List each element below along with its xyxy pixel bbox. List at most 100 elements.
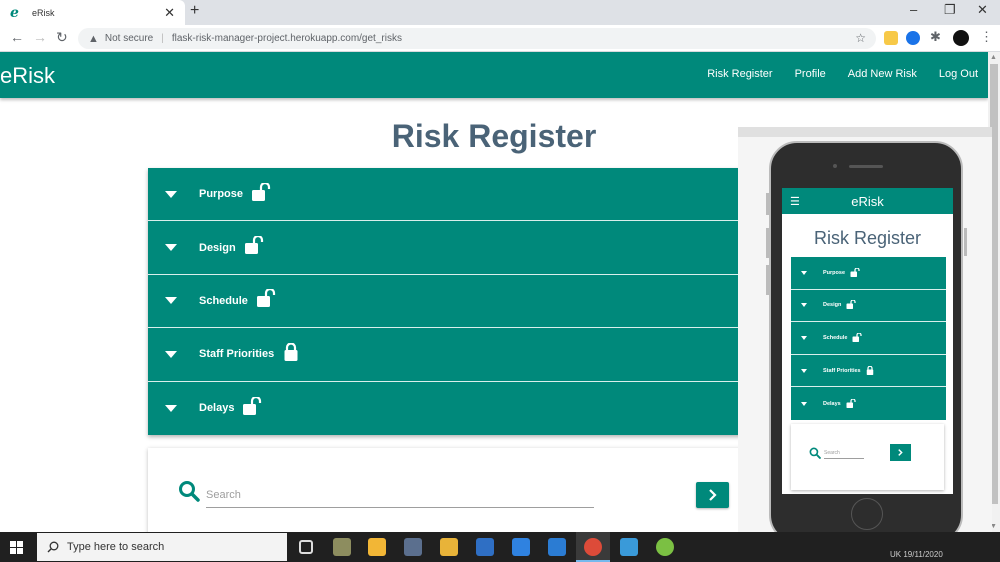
chevron-right-icon bbox=[708, 489, 717, 501]
url-text[interactable]: flask-risk-manager-project.herokuapp.com… bbox=[172, 33, 402, 44]
mobile-risk-item[interactable]: Staff Priorities bbox=[791, 355, 946, 388]
lock-open-icon bbox=[846, 296, 857, 314]
taskbar-search-placeholder[interactable]: Type here to search bbox=[67, 541, 164, 553]
app-icon[interactable] bbox=[440, 538, 458, 556]
caret-down-icon bbox=[801, 270, 807, 275]
new-tab-button[interactable]: + bbox=[190, 2, 199, 20]
caret-down-icon bbox=[801, 303, 807, 308]
brand-logo[interactable]: eRisk bbox=[0, 63, 55, 89]
browser-tabbar: e eRisk ✕ + – ❐ ✕ bbox=[0, 0, 1000, 25]
mobile-preview-panel: ☰ eRisk Risk Register Purpose Design Sch… bbox=[738, 127, 992, 552]
task-view-icon[interactable] bbox=[299, 540, 313, 554]
app-icon[interactable] bbox=[333, 538, 351, 556]
phone-side-button bbox=[766, 265, 769, 295]
app-navbar: eRisk Risk Register Profile Add New Risk… bbox=[0, 52, 988, 98]
close-tab-icon[interactable]: ✕ bbox=[164, 5, 175, 21]
page-title: Risk Register bbox=[391, 118, 597, 154]
preview-ruler bbox=[738, 127, 992, 137]
caret-down-icon bbox=[165, 190, 177, 198]
warning-icon[interactable]: ▲ bbox=[88, 33, 99, 45]
chevron-right-icon bbox=[898, 449, 903, 456]
nav-risk-register[interactable]: Risk Register bbox=[707, 68, 772, 80]
lock-open-icon bbox=[852, 329, 863, 347]
caret-down-icon bbox=[165, 404, 177, 412]
mobile-risk-item[interactable]: Design bbox=[791, 290, 946, 323]
app-icon[interactable] bbox=[476, 538, 494, 556]
bookmark-star-icon[interactable]: ☆ bbox=[855, 31, 866, 45]
restore-icon[interactable]: ❐ bbox=[944, 2, 956, 18]
risk-item-schedule[interactable]: Schedule bbox=[148, 275, 748, 329]
browser-tab[interactable]: e eRisk ✕ bbox=[0, 0, 185, 25]
risk-item-delays[interactable]: Delays bbox=[148, 382, 748, 435]
nav-links: Risk Register Profile Add New Risk Log O… bbox=[707, 68, 978, 80]
risk-item-design[interactable]: Design bbox=[148, 221, 748, 275]
mobile-risk-label: Design bbox=[823, 302, 842, 309]
window-close-icon[interactable]: ✕ bbox=[977, 2, 988, 18]
menu-dots-icon[interactable]: ⋮ bbox=[980, 29, 993, 45]
chrome-icon[interactable] bbox=[584, 538, 602, 556]
profile-avatar[interactable] bbox=[953, 30, 969, 46]
caret-down-icon bbox=[801, 335, 807, 340]
caret-down-icon bbox=[165, 297, 177, 305]
lock-open-icon bbox=[252, 181, 272, 206]
nav-log-out[interactable]: Log Out bbox=[939, 68, 978, 80]
erisk-favicon-icon: e bbox=[10, 4, 19, 21]
taskbar-search-box[interactable]: Type here to search bbox=[37, 533, 287, 561]
reload-icon[interactable]: ↻ bbox=[56, 29, 68, 46]
caret-down-icon bbox=[801, 368, 807, 373]
omnibox-divider: | bbox=[161, 33, 164, 44]
mobile-search-input[interactable]: Search bbox=[824, 450, 864, 459]
risk-item-staff-priorities[interactable]: Staff Priorities bbox=[148, 328, 748, 382]
risk-label: Purpose bbox=[199, 188, 244, 201]
nav-profile[interactable]: Profile bbox=[795, 68, 826, 80]
lock-open-icon bbox=[243, 395, 263, 420]
minimize-icon[interactable]: – bbox=[910, 2, 917, 17]
windows-start-icon[interactable] bbox=[10, 541, 23, 559]
search-icon bbox=[178, 480, 200, 507]
windows-taskbar: Type here to search UK 19/11/2020 bbox=[0, 532, 1000, 562]
hamburger-menu-icon[interactable]: ☰ bbox=[790, 195, 800, 208]
mobile-risk-collapsible: Purpose Design Schedule Staff Priorities bbox=[791, 257, 946, 420]
mobile-risk-label: Schedule bbox=[823, 334, 848, 341]
extension-icon[interactable] bbox=[884, 31, 898, 45]
file-explorer-icon[interactable] bbox=[368, 538, 386, 556]
risk-label: Delays bbox=[199, 402, 235, 415]
not-secure-label[interactable]: Not secure bbox=[105, 33, 153, 44]
mobile-search-card: Search bbox=[791, 424, 944, 490]
nav-add-new-risk[interactable]: Add New Risk bbox=[848, 68, 917, 80]
search-input[interactable] bbox=[206, 482, 594, 508]
risk-label: Design bbox=[199, 241, 236, 254]
mobile-risk-item[interactable]: Purpose bbox=[791, 257, 946, 290]
download-icon[interactable] bbox=[512, 538, 530, 556]
risk-item-purpose[interactable]: Purpose bbox=[148, 168, 748, 222]
extension-icon[interactable] bbox=[906, 31, 920, 45]
phone-speaker bbox=[849, 165, 883, 168]
app-icon[interactable] bbox=[656, 538, 674, 556]
mobile-risk-item[interactable]: Delays bbox=[791, 387, 946, 420]
mobile-navbar: ☰ eRisk bbox=[782, 188, 953, 214]
mobile-risk-item[interactable]: Schedule bbox=[791, 322, 946, 355]
mobile-brand[interactable]: eRisk bbox=[782, 194, 953, 209]
omnibox[interactable]: ▲ Not secure | flask-risk-manager-projec… bbox=[78, 28, 876, 49]
forward-icon[interactable]: → bbox=[33, 29, 47, 45]
scroll-up-icon[interactable]: ▲ bbox=[990, 54, 997, 61]
word-icon[interactable] bbox=[548, 538, 566, 556]
camera-icon[interactable] bbox=[620, 538, 638, 556]
lock-closed-icon bbox=[283, 342, 301, 366]
phone-screen: ☰ eRisk Risk Register Purpose Design Sch… bbox=[782, 188, 953, 494]
search-card bbox=[148, 448, 748, 538]
risk-label: Staff Priorities bbox=[199, 348, 275, 361]
lock-closed-icon bbox=[866, 362, 875, 380]
search-submit-button[interactable] bbox=[696, 482, 729, 508]
lock-open-icon bbox=[256, 288, 277, 312]
phone-side-button bbox=[964, 228, 967, 256]
phone-home-button bbox=[851, 498, 883, 530]
phone-frame: ☰ eRisk Risk Register Purpose Design Sch… bbox=[766, 141, 967, 543]
mobile-search-submit-button[interactable] bbox=[890, 444, 911, 461]
mobile-page-title: Risk Register bbox=[813, 228, 922, 248]
search-icon bbox=[47, 541, 59, 553]
puzzle-icon[interactable]: ✱ bbox=[930, 29, 941, 45]
mobile-risk-label: Delays bbox=[823, 400, 841, 407]
app-icon[interactable] bbox=[404, 538, 422, 556]
back-icon[interactable]: ← bbox=[10, 29, 24, 45]
